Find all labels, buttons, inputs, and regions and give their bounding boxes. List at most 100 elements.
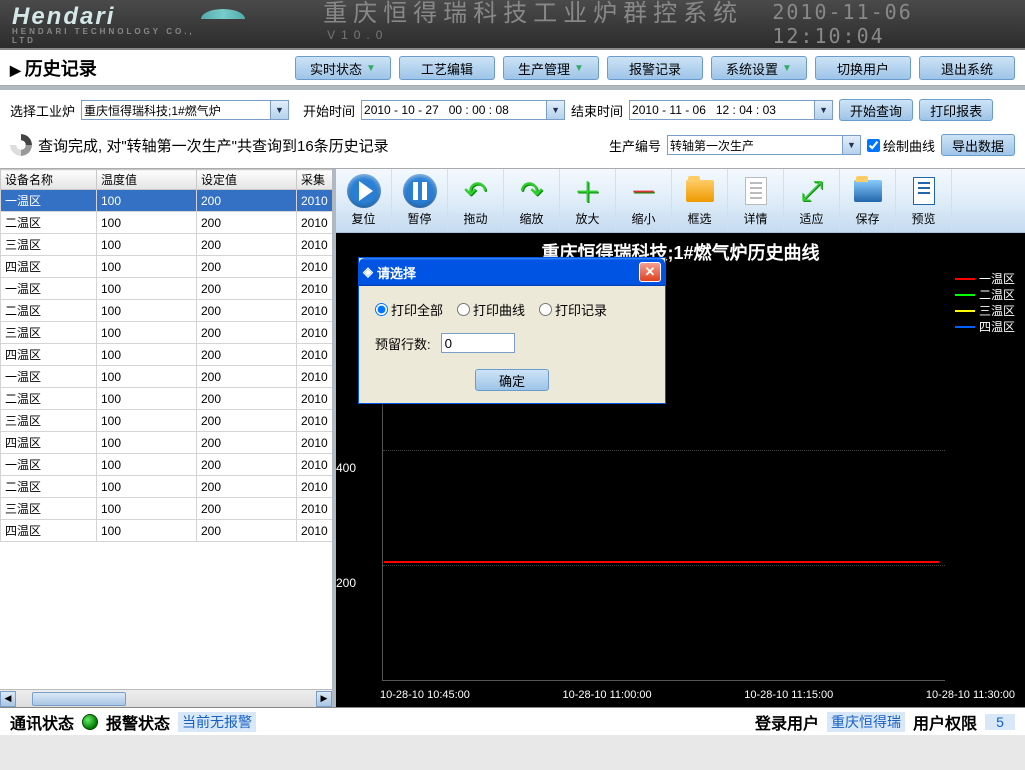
nav-button-label: 报警记录	[629, 59, 681, 78]
radio-input[interactable]	[375, 303, 388, 316]
table-row[interactable]: 三温区1002002010	[1, 410, 337, 432]
nav-button[interactable]: 退出系统	[919, 56, 1015, 80]
close-button[interactable]: ✕	[639, 262, 661, 282]
nav-button[interactable]: 工艺编辑	[399, 56, 495, 80]
export-data-button[interactable]: 导出数据	[941, 134, 1015, 156]
table-row[interactable]: 四温区1002002010	[1, 520, 337, 542]
table-cell: 200	[197, 366, 297, 388]
table-cell: 2010	[297, 256, 337, 278]
legend-label: 一温区	[979, 271, 1015, 287]
table-cell: 200	[197, 322, 297, 344]
table-cell: 二温区	[1, 388, 97, 410]
table-row[interactable]: 二温区1002002010	[1, 388, 337, 410]
scrollbar-thumb[interactable]	[32, 692, 126, 706]
radio-input[interactable]	[457, 303, 470, 316]
draw-curve-input[interactable]	[867, 139, 880, 152]
table-row[interactable]: 三温区1002002010	[1, 322, 337, 344]
dropdown-icon[interactable]: ▼	[547, 100, 565, 120]
chevron-down-icon: ▼	[782, 63, 792, 74]
draw-curve-checkbox[interactable]: 绘制曲线	[867, 136, 935, 155]
fit-icon: ⤢	[795, 174, 829, 208]
table-cell: 200	[197, 432, 297, 454]
table-row[interactable]: 二温区1002002010	[1, 476, 337, 498]
start-time-input[interactable]: ▼	[361, 100, 565, 120]
table-cell: 一温区	[1, 278, 97, 300]
print-radio-option[interactable]: 打印曲线	[457, 300, 525, 319]
dialog-titlebar[interactable]: ◈ 请选择 ✕	[359, 258, 665, 286]
nav-button[interactable]: 报警记录	[607, 56, 703, 80]
dropdown-icon[interactable]: ▼	[843, 135, 861, 155]
furnace-value[interactable]	[81, 100, 271, 120]
table-row[interactable]: 一温区1002002010	[1, 454, 337, 476]
toolbar-button-zoom-out[interactable]: －缩小	[616, 169, 672, 232]
table-cell: 一温区	[1, 454, 97, 476]
table-cell: 2010	[297, 432, 337, 454]
table-cell: 200	[197, 190, 297, 212]
dropdown-icon[interactable]: ▼	[271, 100, 289, 120]
toolbar-button-drag[interactable]: ↶拖动	[448, 169, 504, 232]
table-cell: 200	[197, 410, 297, 432]
print-radio-option[interactable]: 打印记录	[539, 300, 607, 319]
production-id-select[interactable]: ▼	[667, 135, 861, 155]
print-dialog: ◈ 请选择 ✕ 打印全部打印曲线打印记录 预留行数: 确定	[358, 257, 666, 404]
radio-label: 打印记录	[555, 300, 607, 319]
horizontal-scrollbar[interactable]: ◀ ▶	[0, 689, 332, 707]
nav-button[interactable]: 生产管理▼	[503, 56, 599, 80]
print-report-button[interactable]: 打印报表	[919, 99, 993, 121]
table-cell: 200	[197, 256, 297, 278]
table-row[interactable]: 四温区1002002010	[1, 344, 337, 366]
end-time-input[interactable]: ▼	[629, 100, 833, 120]
end-time-value[interactable]	[629, 100, 815, 120]
table-header[interactable]: 温度值	[97, 170, 197, 190]
table-cell: 100	[97, 300, 197, 322]
table-row[interactable]: 四温区1002002010	[1, 256, 337, 278]
dropdown-icon[interactable]: ▼	[815, 100, 833, 120]
nav-button[interactable]: 切换用户	[815, 56, 911, 80]
print-radio-option[interactable]: 打印全部	[375, 300, 443, 319]
pause-icon	[403, 174, 437, 208]
print-option-radios: 打印全部打印曲线 打印记录	[375, 300, 649, 319]
table-cell: 200	[197, 300, 297, 322]
table-cell: 一温区	[1, 190, 97, 212]
toolbar-button-reset[interactable]: 复位	[336, 169, 392, 232]
table-row[interactable]: 二温区1002002010	[1, 300, 337, 322]
toolbar-label: 拖动	[463, 210, 487, 227]
table-row[interactable]: 一温区1002002010	[1, 366, 337, 388]
table-row[interactable]: 二温区1002002010	[1, 212, 337, 234]
toolbar-button-zoom-in[interactable]: ＋放大	[560, 169, 616, 232]
reserve-lines-input[interactable]	[441, 333, 515, 353]
chart-toolbar: 复位暂停↶拖动↷缩放＋放大－缩小框选详情⤢适应保存预览	[336, 169, 1025, 233]
nav-button[interactable]: 实时状态▼	[295, 56, 391, 80]
chart-legend: 一温区二温区三温区四温区	[955, 271, 1015, 335]
table-row[interactable]: 一温区1002002010	[1, 190, 337, 212]
toolbar-button-select-box[interactable]: 框选	[672, 169, 728, 232]
table-header[interactable]: 设定值	[197, 170, 297, 190]
table-row[interactable]: 三温区1002002010	[1, 498, 337, 520]
legend-label: 三温区	[979, 303, 1015, 319]
table-header[interactable]: 设备名称	[1, 170, 97, 190]
production-id-value[interactable]	[667, 135, 843, 155]
radio-input[interactable]	[539, 303, 552, 316]
scroll-left-icon[interactable]: ◀	[0, 691, 16, 707]
scroll-right-icon[interactable]: ▶	[316, 691, 332, 707]
toolbar-button-fit[interactable]: ⤢适应	[784, 169, 840, 232]
start-query-button[interactable]: 开始查询	[839, 99, 913, 121]
ok-button[interactable]: 确定	[475, 369, 549, 391]
start-time-value[interactable]	[361, 100, 547, 120]
toolbar-button-details[interactable]: 详情	[728, 169, 784, 232]
table-header[interactable]: 采集	[297, 170, 337, 190]
brand-logo: Hendari HENDARI TECHNOLOGY CO., LTD	[12, 3, 243, 45]
legend-label: 二温区	[979, 287, 1015, 303]
nav-button-label: 退出系统	[941, 59, 993, 78]
toolbar-button-pause[interactable]: 暂停	[392, 169, 448, 232]
table-cell: 2010	[297, 344, 337, 366]
nav-button[interactable]: 系统设置▼	[711, 56, 807, 80]
toolbar-button-save[interactable]: 保存	[840, 169, 896, 232]
data-table: 设备名称温度值设定值采集 一温区1002002010二温区1002002010三…	[0, 169, 336, 542]
table-row[interactable]: 一温区1002002010	[1, 278, 337, 300]
table-row[interactable]: 三温区1002002010	[1, 234, 337, 256]
toolbar-button-preview[interactable]: 预览	[896, 169, 952, 232]
toolbar-button-zoom[interactable]: ↷缩放	[504, 169, 560, 232]
table-row[interactable]: 四温区1002002010	[1, 432, 337, 454]
furnace-select[interactable]: ▼	[81, 100, 289, 120]
